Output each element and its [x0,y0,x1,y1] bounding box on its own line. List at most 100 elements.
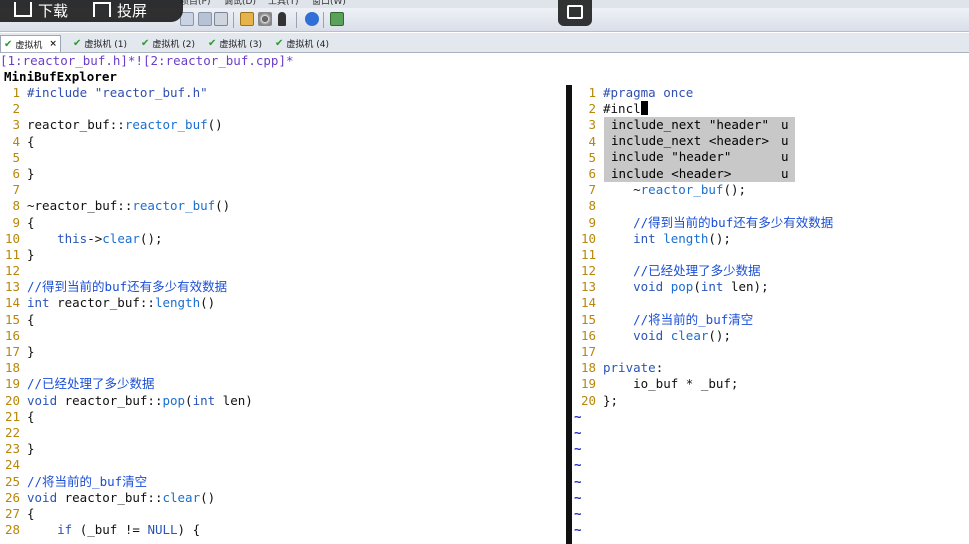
code-token: } [27,165,35,181]
completion-item[interactable]: include_next <header> u [604,133,795,149]
code-token: (_buf != [72,522,148,538]
code-line[interactable]: 13 void pop(int len); [576,279,969,295]
code-line[interactable]: 14 int reactor_buf::length() [0,295,564,311]
completion-text: include_next "header" [611,117,770,132]
code-line[interactable]: 19 //已经处理了多少数据 [0,376,564,392]
code-line[interactable]: 1 #include "reactor_buf.h" [0,85,564,101]
screen-capture-overlay: 下载 投屏 [0,0,183,22]
help-icon[interactable] [305,12,319,26]
code-line[interactable]: 10 int length(); [576,231,969,247]
code-line[interactable]: 9{ [0,215,564,231]
line-number: 20 [580,392,596,408]
menu-item[interactable]: 窗口(W) [312,0,346,7]
code-token: reactor_buf [124,117,208,133]
toolbar-button[interactable] [198,12,212,26]
code-line[interactable]: 26 void reactor_buf::clear() [0,490,564,506]
code-line[interactable]: 16 void clear(); [576,328,969,344]
tab-vm-1[interactable]: ✔ 虚拟机 (1) [70,35,130,52]
code-line[interactable]: 7 ~reactor_buf(); [576,182,969,198]
code-line[interactable]: 21 { [0,409,564,425]
completion-item[interactable]: include_next "header" u [604,117,795,133]
code-token: length [154,295,201,311]
completion-item[interactable]: include <header> u [604,166,795,182]
code-line[interactable]: 16 [0,328,564,344]
code-line[interactable]: 18 private: [576,360,969,376]
left-code-pane[interactable]: 1 #include "reactor_buf.h" 2 3 reactor_buf::… [0,85,564,538]
code-line[interactable]: 2 [0,101,564,117]
code-line[interactable]: 3 reactor_buf::reactor_buf() [0,117,564,133]
line-number: 26 [4,489,20,505]
code-line[interactable]: 27 { [0,506,564,522]
code-line[interactable]: 18 [0,360,564,376]
code-line[interactable]: 24 [0,457,564,473]
code-token: { [27,133,35,149]
completion-item[interactable]: include "header" u [604,149,795,165]
code-line[interactable]: 14 [576,295,969,311]
code-line[interactable]: 4{ [0,134,564,150]
code-line[interactable]: 15 { [0,312,564,328]
download-button[interactable]: 下载 [14,0,68,22]
code-line[interactable]: 1 #pragma once [576,85,969,101]
line-number: 15 [580,311,596,327]
code-token: //得到当前的buf还有多少有效数据 [27,279,228,295]
code-line[interactable]: 6} [0,166,564,182]
code-line[interactable]: 20 void reactor_buf::pop(int len) [0,393,564,409]
empty-buffer-line: ~ [574,490,969,506]
menu-item[interactable]: 项目(P) [180,0,210,7]
print-icon[interactable] [214,12,228,26]
tilde-marker: ~ [574,408,582,424]
buffer-list[interactable]: [1:reactor_buf.h]*![2:reactor_buf.cpp]* [0,53,294,69]
menu-item[interactable]: 工具(T) [268,0,299,7]
code-line[interactable]: 17 [576,344,969,360]
code-token: #incl [603,101,641,117]
code-line[interactable]: 8 [576,198,969,214]
code-line[interactable]: 12 //已经处理了多少数据 [576,263,969,279]
cast-button[interactable]: 投屏 [93,0,147,22]
code-token: { [27,214,35,230]
tab-vm-2[interactable]: ✔ 虚拟机 (2) [138,35,198,52]
code-line[interactable]: 23} [0,441,564,457]
code-token: length [663,230,709,246]
code-line[interactable]: 11} [0,247,564,263]
code-line[interactable]: 13 //得到当前的buf还有多少有效数据 [0,279,564,295]
code-line[interactable]: 9 //得到当前的buf还有多少有效数据 [576,215,969,231]
code-line[interactable]: 17} [0,344,564,360]
code-line[interactable]: 5 [0,150,564,166]
tilde-marker: ~ [574,441,582,457]
split-divider[interactable] [566,85,572,544]
line-number: 19 [4,376,20,392]
code-line[interactable]: 8 ~reactor_buf::reactor_buf() [0,198,564,214]
picture-in-picture-icon [567,5,583,19]
tab-vm-4[interactable]: ✔ 虚拟机 (4) [272,35,332,52]
minibuf-explorer-title: MiniBufExplorer [4,69,117,84]
code-line[interactable]: 22 [0,425,564,441]
code-line[interactable]: 28 if (_buf != NULL) { [0,522,564,538]
line-number: 17 [580,344,596,359]
tilde-marker: ~ [574,424,582,440]
picture-in-picture-button[interactable] [558,0,592,26]
code-token: } [27,246,35,262]
toolbar-button[interactable] [240,12,254,26]
settings-icon[interactable] [258,12,272,26]
code-line[interactable]: 7 [0,182,564,198]
code-line[interactable]: 15 //将当前的_buf清空 [576,312,969,328]
code-line[interactable]: 12 [0,263,564,279]
code-line[interactable]: 20}; [576,393,969,409]
tab-vm-3[interactable]: ✔ 虚拟机 (3) [205,35,265,52]
tab-vm-0[interactable]: ✔ 虚拟机 × [0,35,61,52]
close-icon[interactable]: × [49,39,57,49]
code-line[interactable]: 11 [576,247,969,263]
menu-item[interactable]: 调试(D) [224,0,256,7]
empty-buffer-line: ~ [574,425,969,441]
view-icon[interactable] [330,12,344,26]
code-line[interactable]: 10 this->clear(); [0,231,564,247]
code-line[interactable]: 25 //将当前的_buf清空 [0,474,564,490]
code-line[interactable]: 19 io_buf * _buf; [576,376,969,392]
completion-text: include "header" [611,149,732,165]
code-line[interactable]: 2 #incl [576,101,969,117]
pin-icon[interactable] [278,12,286,26]
line-number: 1 [588,85,596,100]
code-token: //得到当前的buf还有多少有效数据 [633,214,834,230]
